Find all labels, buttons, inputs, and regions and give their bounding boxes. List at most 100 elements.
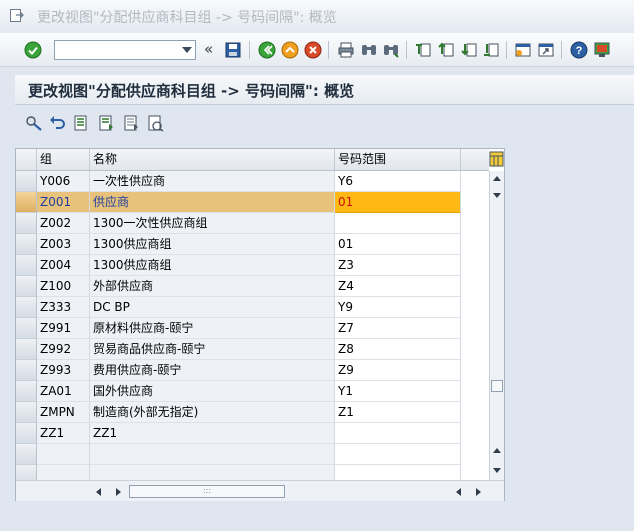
column-header-range[interactable]: 号码范围 <box>335 149 461 170</box>
cell-group[interactable]: Z993 <box>37 360 90 381</box>
cell-group[interactable]: Z992 <box>37 339 90 360</box>
cell-range-input[interactable]: Z9 <box>335 360 461 381</box>
cell-range-input[interactable]: Z3 <box>335 255 461 276</box>
cell-group[interactable]: Z991 <box>37 318 90 339</box>
find-icon[interactable] <box>360 41 378 59</box>
column-header-name[interactable]: 名称 <box>90 149 335 170</box>
new-session-icon[interactable] <box>514 41 532 59</box>
previous-page-icon[interactable] <box>437 41 455 59</box>
layout-icon[interactable] <box>593 41 611 59</box>
dropdown-icon[interactable] <box>182 47 192 53</box>
table-row[interactable]: Z100 外部供应商 Z4 <box>16 276 489 297</box>
cell-range-input[interactable] <box>335 423 461 444</box>
command-field[interactable] <box>54 40 196 60</box>
window-menu-icon[interactable] <box>10 9 24 22</box>
table-row[interactable]: Z001 供应商 01 <box>16 192 489 213</box>
row-selector[interactable] <box>16 171 37 192</box>
cell-range-input[interactable]: 01 <box>335 234 461 255</box>
scroll-down-icon[interactable] <box>493 193 501 198</box>
cell-range-input[interactable]: Y6 <box>335 171 461 192</box>
cell-name[interactable]: 国外供应商 <box>90 381 335 402</box>
vertical-scrollbar[interactable] <box>489 171 504 480</box>
row-selector[interactable] <box>16 255 37 276</box>
row-selector[interactable] <box>16 339 37 360</box>
cell-range-input[interactable]: Z7 <box>335 318 461 339</box>
back-icon[interactable] <box>258 41 276 59</box>
first-page-icon[interactable] <box>414 41 432 59</box>
cell-group[interactable]: ZZ1 <box>37 423 90 444</box>
next-page-icon[interactable] <box>460 41 478 59</box>
find-next-icon[interactable] <box>382 41 400 59</box>
column-settings-icon[interactable] <box>489 151 504 167</box>
table-row[interactable]: Z004 1300供应商组 Z3 <box>16 255 489 276</box>
scroll-up-icon[interactable] <box>493 176 501 181</box>
display-change-icon[interactable] <box>25 114 43 132</box>
table-row[interactable]: ZZ1 ZZ1 <box>16 423 489 444</box>
cell-group[interactable]: Z003 <box>37 234 90 255</box>
cell-group[interactable]: Z333 <box>37 297 90 318</box>
scroll-thumb-horizontal[interactable]: ::: <box>129 485 285 498</box>
cell-range-input[interactable]: Z8 <box>335 339 461 360</box>
table-row[interactable]: Z991 原材料供应商-颐宁 Z7 <box>16 318 489 339</box>
cell-range-input[interactable]: 01 <box>335 192 461 213</box>
variant-icon[interactable] <box>146 114 164 132</box>
row-selector[interactable] <box>16 276 37 297</box>
cell-name[interactable]: 费用供应商-颐宁 <box>90 360 335 381</box>
cell-name[interactable]: 贸易商品供应商-颐宁 <box>90 339 335 360</box>
row-selector[interactable] <box>16 381 37 402</box>
shortcut-icon[interactable] <box>537 41 555 59</box>
exit-icon[interactable] <box>281 41 299 59</box>
row-selector[interactable] <box>16 318 37 339</box>
cell-range-input[interactable]: Y1 <box>335 381 461 402</box>
cell-range-input[interactable]: Y9 <box>335 297 461 318</box>
cell-group[interactable]: Z002 <box>37 213 90 234</box>
cell-name[interactable]: 1300供应商组 <box>90 234 335 255</box>
cell-range-input[interactable]: Z4 <box>335 276 461 297</box>
table-row[interactable]: Y006 一次性供应商 Y6 <box>16 171 489 192</box>
row-selector[interactable] <box>16 213 37 234</box>
scroll-left-icon[interactable] <box>96 488 101 496</box>
cell-name[interactable]: 1300一次性供应商组 <box>90 213 335 234</box>
cell-name[interactable]: 供应商 <box>90 192 335 213</box>
column-header-group[interactable]: 组 <box>37 149 90 170</box>
select-all-icon[interactable] <box>72 114 90 132</box>
cell-name[interactable]: DC BP <box>90 297 335 318</box>
cell-group[interactable]: Z004 <box>37 255 90 276</box>
row-selector[interactable] <box>16 297 37 318</box>
save-icon[interactable] <box>224 41 242 59</box>
scroll-right-icon[interactable] <box>476 488 481 496</box>
cell-group[interactable]: Z100 <box>37 276 90 297</box>
deselect-all-icon[interactable] <box>122 114 140 132</box>
cell-group[interactable]: Y006 <box>37 171 90 192</box>
cell-name[interactable]: 原材料供应商-颐宁 <box>90 318 335 339</box>
scroll-up-icon[interactable] <box>493 448 501 453</box>
scroll-down-icon[interactable] <box>493 468 501 473</box>
cell-name[interactable] <box>90 444 335 465</box>
cell-group[interactable]: Z001 <box>37 192 90 213</box>
cell-range-input[interactable]: Z1 <box>335 402 461 423</box>
table-row[interactable]: Z992 贸易商品供应商-颐宁 Z8 <box>16 339 489 360</box>
row-selector[interactable] <box>16 360 37 381</box>
table-row[interactable]: Z333 DC BP Y9 <box>16 297 489 318</box>
row-selector[interactable] <box>16 444 37 465</box>
select-block-icon[interactable] <box>97 114 115 132</box>
print-icon[interactable] <box>337 41 355 59</box>
row-selector[interactable] <box>16 234 37 255</box>
last-page-icon[interactable] <box>482 41 500 59</box>
help-icon[interactable]: ? <box>570 41 588 59</box>
cell-name[interactable]: 一次性供应商 <box>90 171 335 192</box>
cancel-icon[interactable] <box>304 41 322 59</box>
horizontal-scrollbar[interactable]: ::: <box>16 480 504 501</box>
undo-icon[interactable] <box>48 114 66 132</box>
row-selector[interactable] <box>16 423 37 444</box>
row-selector[interactable] <box>16 192 37 213</box>
cell-group[interactable]: ZA01 <box>37 381 90 402</box>
row-selector[interactable] <box>16 402 37 423</box>
scroll-right-icon[interactable] <box>116 488 121 496</box>
table-row[interactable]: Z002 1300一次性供应商组 <box>16 213 489 234</box>
select-all-header[interactable] <box>16 149 37 170</box>
table-row[interactable]: ZA01 国外供应商 Y1 <box>16 381 489 402</box>
table-row[interactable]: Z003 1300供应商组 01 <box>16 234 489 255</box>
table-row[interactable]: Z993 费用供应商-颐宁 Z9 <box>16 360 489 381</box>
cell-name[interactable]: 1300供应商组 <box>90 255 335 276</box>
